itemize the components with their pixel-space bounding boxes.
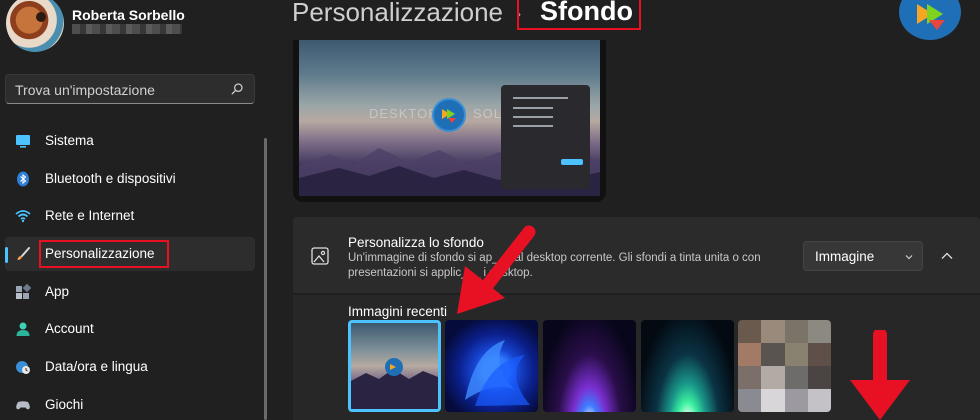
search-box[interactable] (5, 74, 255, 104)
recent-image-2[interactable] (445, 320, 538, 412)
search-input[interactable] (15, 80, 215, 100)
personalize-background-card[interactable]: Personalizza lo sfondo Un'immagine di sf… (293, 217, 980, 293)
collapse-button[interactable] (933, 243, 961, 269)
sidebar-item-app[interactable]: App (5, 275, 255, 309)
user-profile[interactable]: Roberta Sorbello (6, 0, 266, 56)
sidebar-item-sistema[interactable]: Sistema (5, 124, 255, 158)
sidebar-item-label: Bluetooth e dispositivi (45, 170, 176, 186)
pixel-tile (738, 320, 762, 343)
highlight-box (39, 240, 169, 269)
sidebar: Roberta Sorbello Sistema Bluetooth e dis… (0, 0, 272, 420)
profile-name: Roberta Sorbello (72, 7, 185, 23)
preview-window-button (561, 159, 583, 165)
pixel-tile (784, 343, 808, 366)
sidebar-item-label: Data/ora e lingua (45, 359, 148, 375)
preview-window-line (513, 116, 553, 118)
logo-mark-icon (917, 4, 945, 30)
sidebar-item-data-ora[interactable]: Data/ora e lingua (5, 350, 255, 384)
search-icon[interactable] (230, 82, 244, 96)
preview-logo (432, 98, 466, 132)
bluetooth-icon (17, 171, 29, 187)
monitor-icon (16, 135, 30, 148)
sidebar-item-rete[interactable]: Rete e Internet (5, 199, 255, 233)
pixel-tile (784, 320, 808, 343)
page-title: Sfondo (540, 0, 633, 26)
annotation-arrow-icon (457, 225, 536, 314)
person-icon (16, 322, 30, 337)
pixel-tile (761, 343, 785, 366)
sidebar-item-label: Rete e Internet (45, 208, 135, 224)
preview-window-line (513, 97, 568, 99)
logo (899, 0, 961, 40)
background-type-dropdown[interactable]: Immagine (803, 241, 923, 271)
pixel-tile (807, 389, 831, 412)
sidebar-item-account[interactable]: Account (5, 312, 255, 346)
preview-wallpaper: DESKTOP SOLU (299, 40, 600, 196)
logo-mark-icon (442, 109, 456, 123)
sidebar-item-label: Giochi (45, 396, 84, 412)
preview-window (501, 85, 590, 189)
pixel-tile (761, 320, 785, 343)
nav-list: Sistema Bluetooth e dispositivi Rete e I… (5, 124, 255, 420)
recent-image-4[interactable] (641, 320, 734, 412)
desktop-preview: DESKTOP SOLU (293, 40, 606, 202)
wifi-icon (15, 210, 31, 223)
apps-icon (16, 283, 31, 299)
pixel-tile (738, 389, 762, 412)
preview-watermark: DESKTOP (369, 106, 438, 121)
sidebar-item-personalizzazione[interactable]: Personalizzazione (5, 237, 255, 272)
preview-window-line (513, 125, 553, 127)
thumbnail-image (351, 358, 438, 409)
sidebar-item-label: Sistema (45, 133, 94, 148)
preview-window-line (513, 107, 553, 109)
recent-image-3[interactable] (543, 320, 636, 412)
recent-image-5[interactable] (738, 320, 831, 412)
annotation-arrow-icon (850, 330, 910, 420)
breadcrumb-parent[interactable]: Personalizzazione (292, 0, 503, 28)
section-label: Immagini recenti (348, 304, 448, 319)
pixel-tile (761, 389, 785, 412)
globe-clock-icon (16, 361, 30, 375)
recent-image-1[interactable] (348, 320, 441, 412)
pixel-tile (807, 366, 831, 389)
sidebar-item-label: Account (45, 321, 94, 337)
pixel-tile (738, 366, 762, 389)
gamepad-icon (16, 401, 30, 410)
pixel-tile (761, 366, 785, 389)
profile-email-redacted (72, 24, 182, 34)
dropdown-value: Immagine (815, 249, 875, 264)
chevron-up-icon (941, 252, 953, 259)
thumbnail-image (465, 340, 530, 406)
sidebar-scrollbar[interactable] (264, 138, 267, 420)
pixel-tile (784, 366, 808, 389)
brush-icon (17, 247, 30, 261)
sidebar-item-giochi[interactable]: Giochi (5, 388, 255, 420)
sidebar-item-bluetooth[interactable]: Bluetooth e dispositivi (5, 162, 255, 196)
pixel-tile (784, 389, 808, 412)
chevron-down-icon (905, 255, 913, 260)
pixel-tile (807, 320, 831, 343)
sidebar-item-label: App (45, 283, 70, 299)
avatar (6, 0, 64, 52)
pixel-tile (807, 343, 831, 366)
pixel-tile (738, 343, 762, 366)
image-icon (311, 247, 329, 265)
card-description: Un'immagine di sfondo si ap___ al deskto… (348, 252, 761, 279)
